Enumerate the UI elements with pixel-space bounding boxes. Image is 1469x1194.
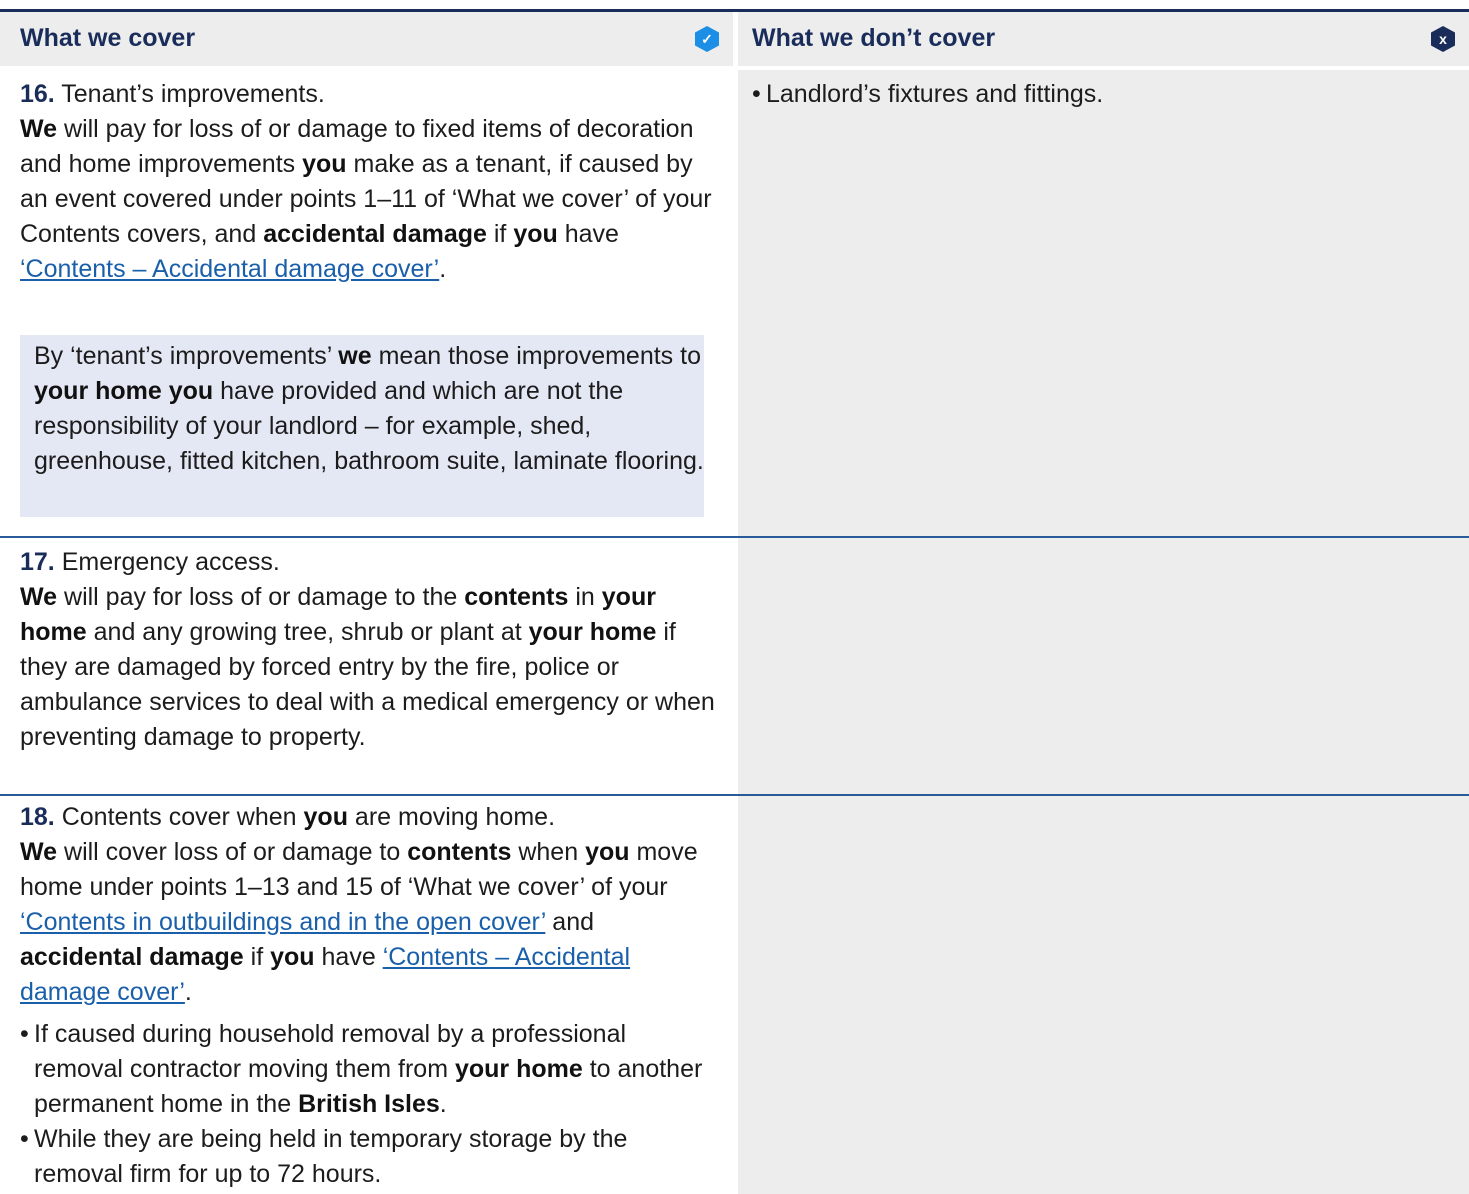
not-covered-column [738,70,1469,1194]
item-heading: 16. Tenant’s improvements. [20,77,720,112]
list-item: If caused during household removal by a … [20,1017,720,1122]
close-icon: x [1431,26,1455,52]
cover-item-17: 17. Emergency access. We will pay for lo… [20,545,720,755]
item-heading: 17. Emergency access. [20,545,720,580]
not-covered-item-16: Landlord’s fixtures and fittings. [752,77,1452,112]
contents-accidental-damage-link[interactable]: ‘Contents – Accidental damage cover’ [20,255,439,283]
item-number: 16. [20,80,55,108]
row-divider [0,794,1469,796]
item-title: Tenant’s improvements. [61,80,325,108]
what-we-cover-header: What we cover ✓ [0,12,733,66]
what-we-dont-cover-title: What we don’t cover [752,24,996,52]
check-icon: ✓ [695,26,719,52]
cover-item-18: 18. Contents cover when you are moving h… [20,800,720,1192]
list-item: Landlord’s fixtures and fittings. [752,77,1452,112]
item-description: We will pay for loss of or damage to fix… [20,115,712,283]
what-we-cover-title: What we cover [20,24,196,52]
item-description: We will pay for loss of or damage to the… [20,583,715,751]
list-item: While they are being held in temporary s… [20,1122,720,1192]
tenant-improvements-note: By ‘tenant’s improvements’ we mean those… [20,335,704,517]
item-description: We will cover loss of or damage to conte… [20,838,698,1006]
item-title: Emergency access. [61,548,280,576]
item-number: 18. [20,803,55,831]
row-divider [0,536,1469,538]
contents-outbuildings-link[interactable]: ‘Contents in outbuildings and in the ope… [20,908,545,936]
cover-item-16: 16. Tenant’s improvements. We will pay f… [20,77,720,287]
item-number: 17. [20,548,55,576]
what-we-dont-cover-header: What we don’t cover x [738,12,1469,66]
item-heading: 18. Contents cover when you are moving h… [20,803,556,831]
